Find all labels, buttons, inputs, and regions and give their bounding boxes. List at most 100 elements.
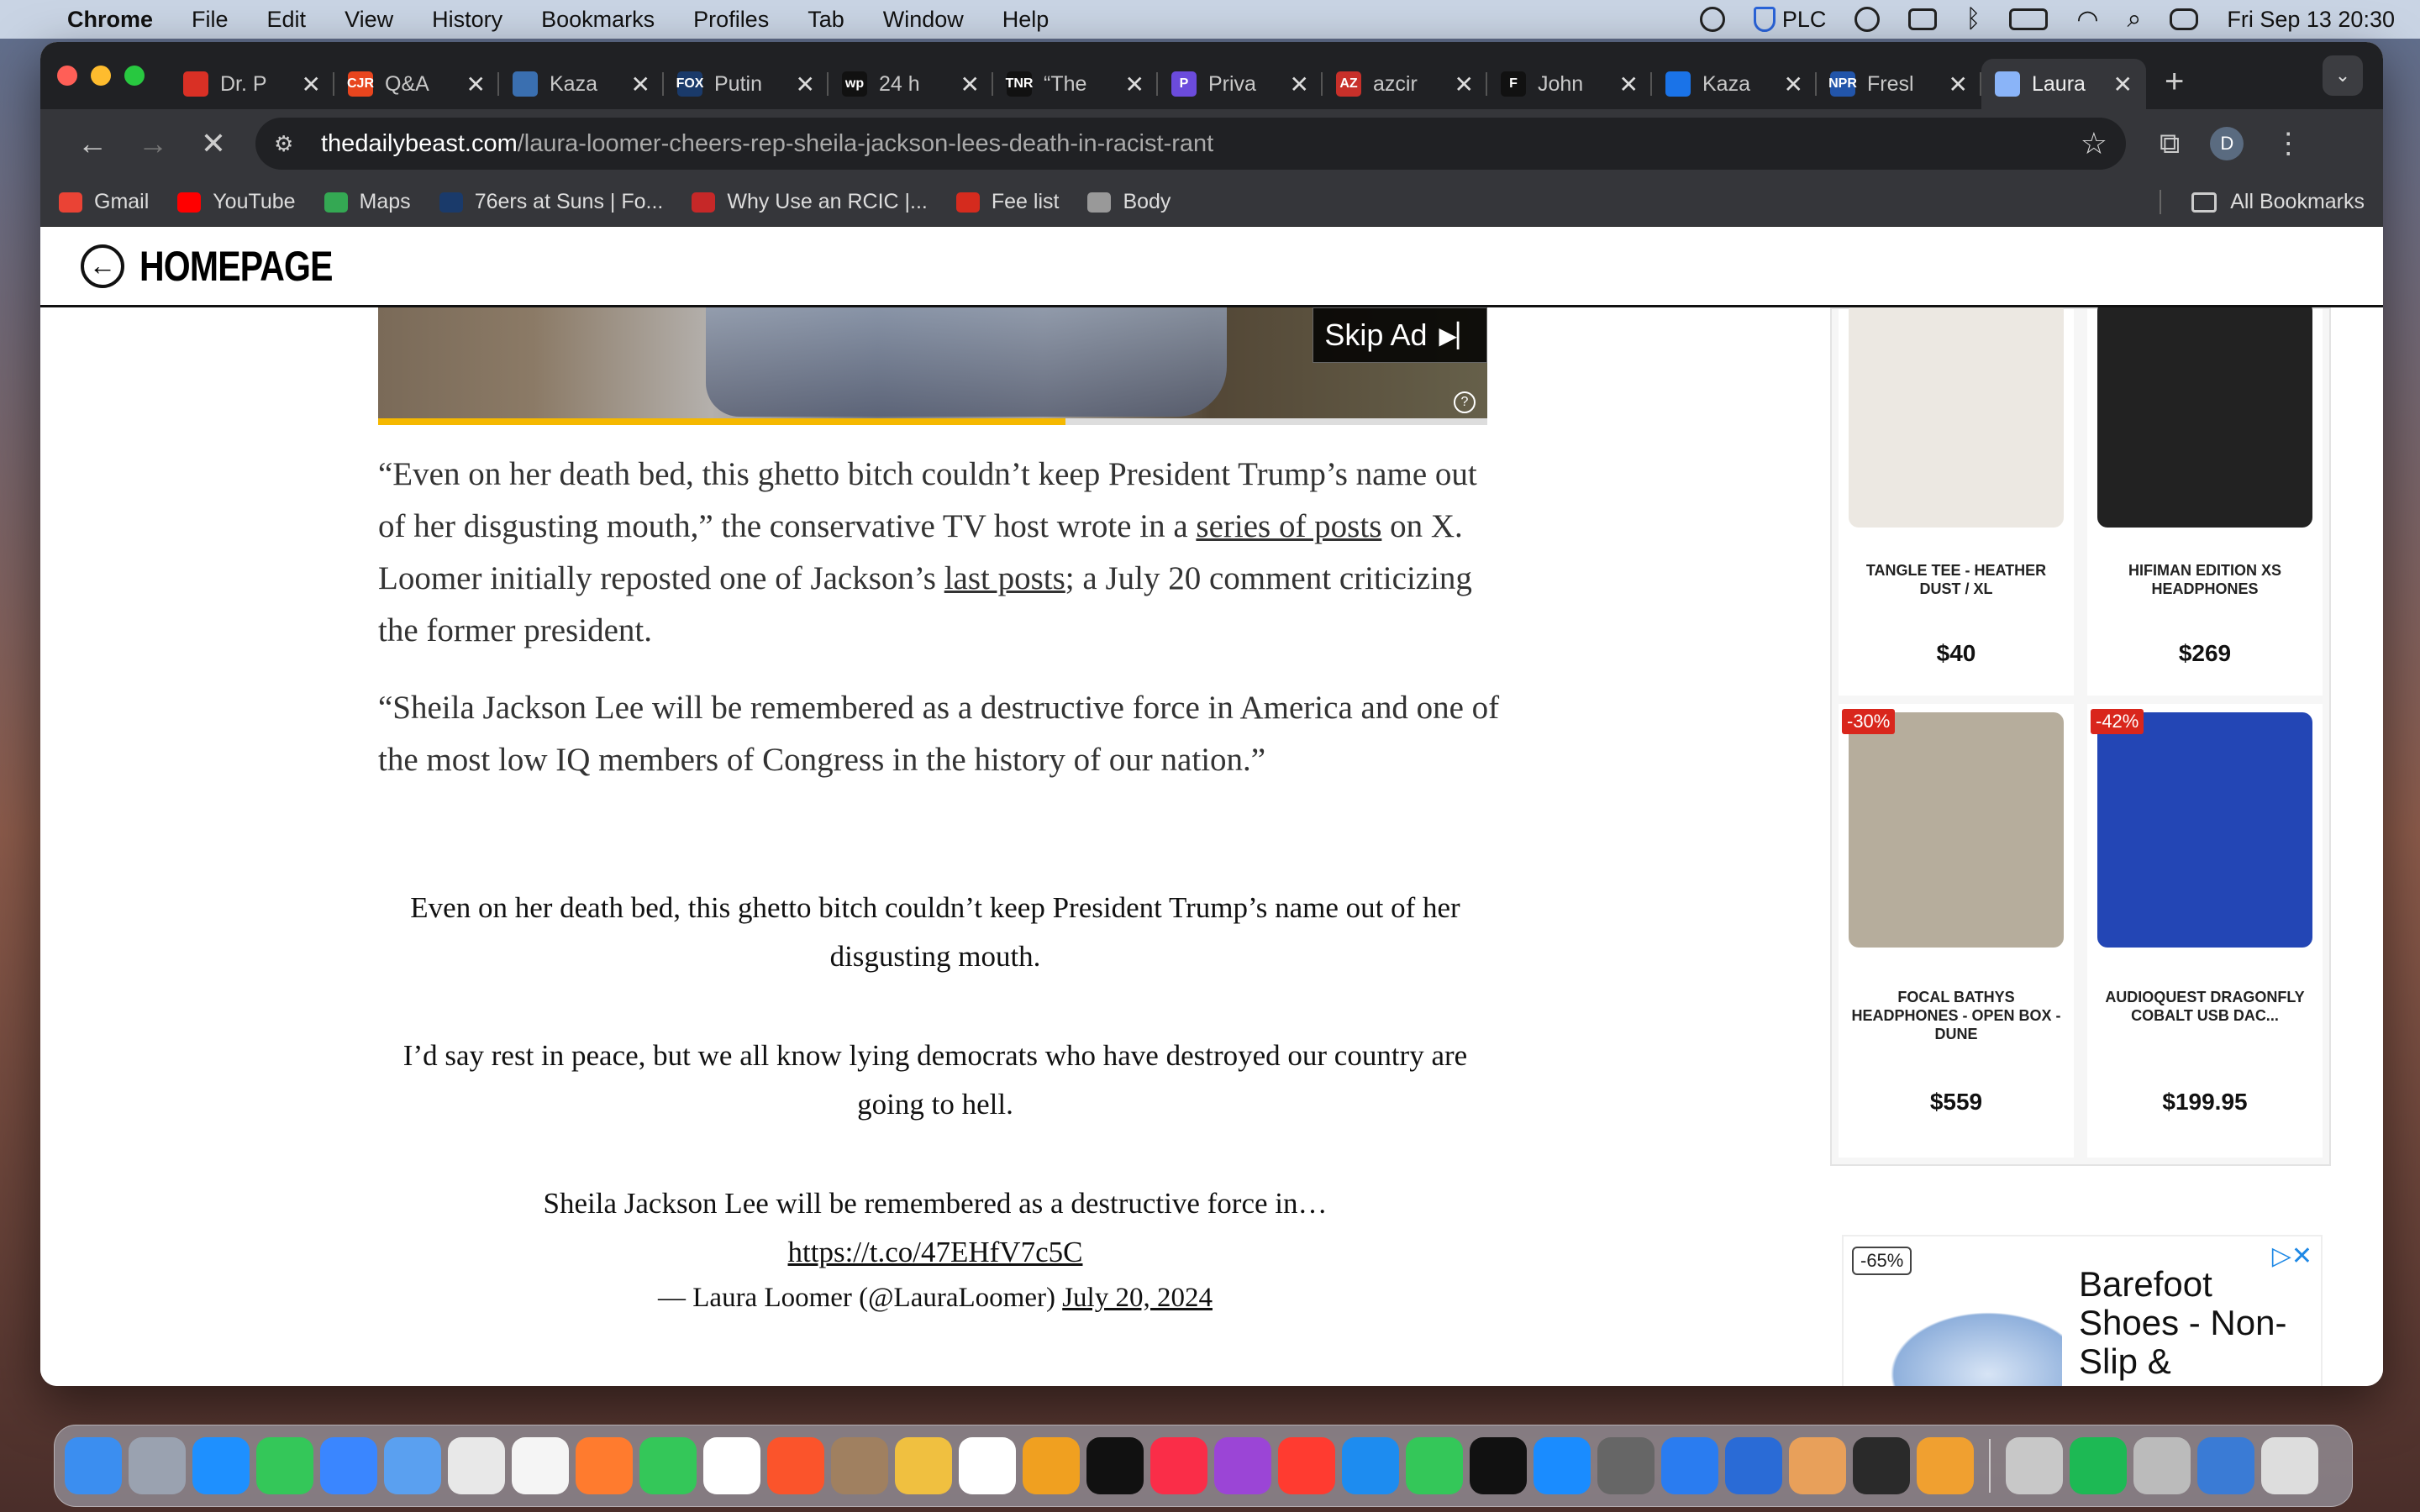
dock-app-icon[interactable] [895,1437,952,1494]
close-tab-icon[interactable]: ✕ [1949,71,1968,98]
browser-tab[interactable]: P Priva ✕ [1158,59,1323,109]
bookmark-item[interactable]: Fee list [955,190,1059,214]
stop-loading-button[interactable]: ✕ [183,126,244,161]
video-ad[interactable]: Skip Ad ▶▏ ? [378,307,1487,425]
tab-search-button[interactable]: ⌄ [2323,55,2363,96]
browser-tab[interactable]: wp 24 h ✕ [829,59,993,109]
spotlight-search-icon[interactable]: ⌕ [2128,5,2142,34]
browser-tab[interactable]: TNR “The ✕ [993,59,1158,109]
dock-app-icon[interactable] [448,1437,505,1494]
close-window-button[interactable] [57,66,77,86]
close-tab-icon[interactable]: ✕ [2113,71,2133,98]
wifi-icon[interactable]: ◠ [2076,5,2098,34]
dock-app-icon[interactable] [1406,1437,1463,1494]
dock-app-icon[interactable] [576,1437,633,1494]
browser-tab[interactable]: NPR Fresl ✕ [1817,59,1981,109]
bookmark-item[interactable]: YouTube [177,190,296,214]
minimize-window-button[interactable] [91,66,111,86]
display-icon[interactable] [1908,8,1938,30]
dock-app-icon[interactable] [2006,1437,2063,1494]
all-bookmarks-button[interactable]: All Bookmarks [2160,190,2365,214]
extensions-icon[interactable]: ⧉ [2160,128,2180,160]
dock-app-icon[interactable] [1086,1437,1144,1494]
browser-tab[interactable]: Kaza ✕ [1652,59,1817,109]
dock-app-icon[interactable] [384,1437,441,1494]
menu-window[interactable]: Window [883,7,964,33]
menu-profiles[interactable]: Profiles [693,7,769,33]
product-card[interactable]: -30% FOCAL BATHYS HEADPHONES - OPEN BOX -… [1839,704,2074,1158]
site-info-icon[interactable]: ⚙ [274,131,304,156]
bookmark-star-icon[interactable]: ☆ [2081,126,2107,161]
dock-app-icon[interactable] [1789,1437,1846,1494]
dock-app-icon[interactable] [1342,1437,1399,1494]
series-of-posts-link[interactable]: series of posts [1196,508,1381,544]
bookmark-item[interactable]: Why Use an RCIC |... [692,190,928,214]
close-tab-icon[interactable]: ✕ [631,71,650,98]
dock-app-icon[interactable] [831,1437,888,1494]
dock-app-icon[interactable] [2070,1437,2127,1494]
focus-icon[interactable] [1699,7,1725,32]
menubar-clock[interactable]: Fri Sep 13 20:30 [2227,7,2395,33]
bookmark-item[interactable]: Gmail [59,190,149,214]
menu-help[interactable]: Help [1002,7,1050,33]
product-card[interactable]: HIFIMAN EDITION XS HEADPHONES $269 [2087,307,2323,696]
close-tab-icon[interactable]: ✕ [302,71,321,98]
dock-app-icon[interactable] [959,1437,1016,1494]
dock-app-icon[interactable] [1853,1437,1910,1494]
menu-view[interactable]: View [345,7,393,33]
close-tab-icon[interactable]: ✕ [1455,71,1474,98]
profile-avatar[interactable]: D [2210,127,2244,160]
close-tab-icon[interactable]: ✕ [1784,71,1803,98]
dock-app-icon[interactable] [1597,1437,1655,1494]
shoe-ad[interactable]: -65% Barefoot Shoes - Non-Slip & ▷✕ [1842,1235,2323,1386]
dock-app-icon[interactable] [2133,1437,2191,1494]
dock-app-icon[interactable] [1150,1437,1207,1494]
dock-app-icon[interactable] [2261,1437,2318,1494]
dock-app-icon[interactable] [129,1437,186,1494]
browser-tab[interactable]: Kaza ✕ [499,59,664,109]
close-tab-icon[interactable]: ✕ [1125,71,1144,98]
vpn-shield-icon[interactable]: PLC [1753,7,1826,33]
dock-app-icon[interactable] [2197,1437,2254,1494]
close-tab-icon[interactable]: ✕ [960,71,980,98]
bluetooth-icon[interactable]: ᛒ [1965,5,1981,34]
tweet-link[interactable]: https://t.co/47EHfV7c5C [788,1236,1083,1268]
dock-app-icon[interactable] [767,1437,824,1494]
bookmark-item[interactable]: 76ers at Suns | Fo... [439,190,663,214]
dock-app-icon[interactable] [703,1437,760,1494]
dock-app-icon[interactable] [512,1437,569,1494]
browser-tab[interactable]: CJR Q&A ✕ [334,59,499,109]
back-arrow-icon[interactable]: ← [81,244,124,288]
address-bar[interactable]: ⚙ thedailybeast.com /laura-loomer-cheers… [255,118,2126,170]
product-card[interactable]: TANGLE TEE - HEATHER DUST / XL $40 [1839,307,2074,696]
close-tab-icon[interactable]: ✕ [466,71,486,98]
browser-tab[interactable]: F John ✕ [1487,59,1652,109]
menu-file[interactable]: File [192,7,229,33]
dock-app-icon[interactable] [1661,1437,1718,1494]
back-button[interactable]: ← [62,126,123,161]
new-tab-button[interactable]: + [2165,63,2184,101]
control-center-icon[interactable] [2170,8,2199,30]
browser-tab[interactable]: Laura ✕ [1981,59,2146,109]
ad-info-icon[interactable]: ? [1454,391,1476,413]
bookmark-item[interactable]: Body [1087,190,1171,214]
dock-app-icon[interactable] [1917,1437,1974,1494]
tweet-date-link[interactable]: July 20, 2024 [1062,1283,1213,1313]
menu-history[interactable]: History [432,7,502,33]
browser-tab[interactable]: FOX Putin ✕ [664,59,829,109]
dock-app-icon[interactable] [1214,1437,1271,1494]
menu-edit[interactable]: Edit [267,7,307,33]
close-tab-icon[interactable]: ✕ [1290,71,1309,98]
skip-ad-button[interactable]: Skip Ad ▶▏ [1313,307,1487,363]
adchoices-close-icon[interactable]: ▷✕ [2272,1242,2312,1271]
product-card[interactable]: -42% AUDIOQUEST DRAGONFLY COBALT USB DAC.… [2087,704,2323,1158]
homepage-link[interactable]: HOMEPAGE [139,242,333,291]
menu-tab[interactable]: Tab [808,7,844,33]
dock-app-icon[interactable] [1725,1437,1782,1494]
dock-app-icon[interactable] [1023,1437,1080,1494]
close-tab-icon[interactable]: ✕ [796,71,815,98]
dock-app-icon[interactable] [320,1437,377,1494]
dock-app-icon[interactable] [65,1437,122,1494]
forward-button[interactable]: → [123,126,183,161]
browser-tab[interactable]: Dr. P ✕ [170,59,334,109]
